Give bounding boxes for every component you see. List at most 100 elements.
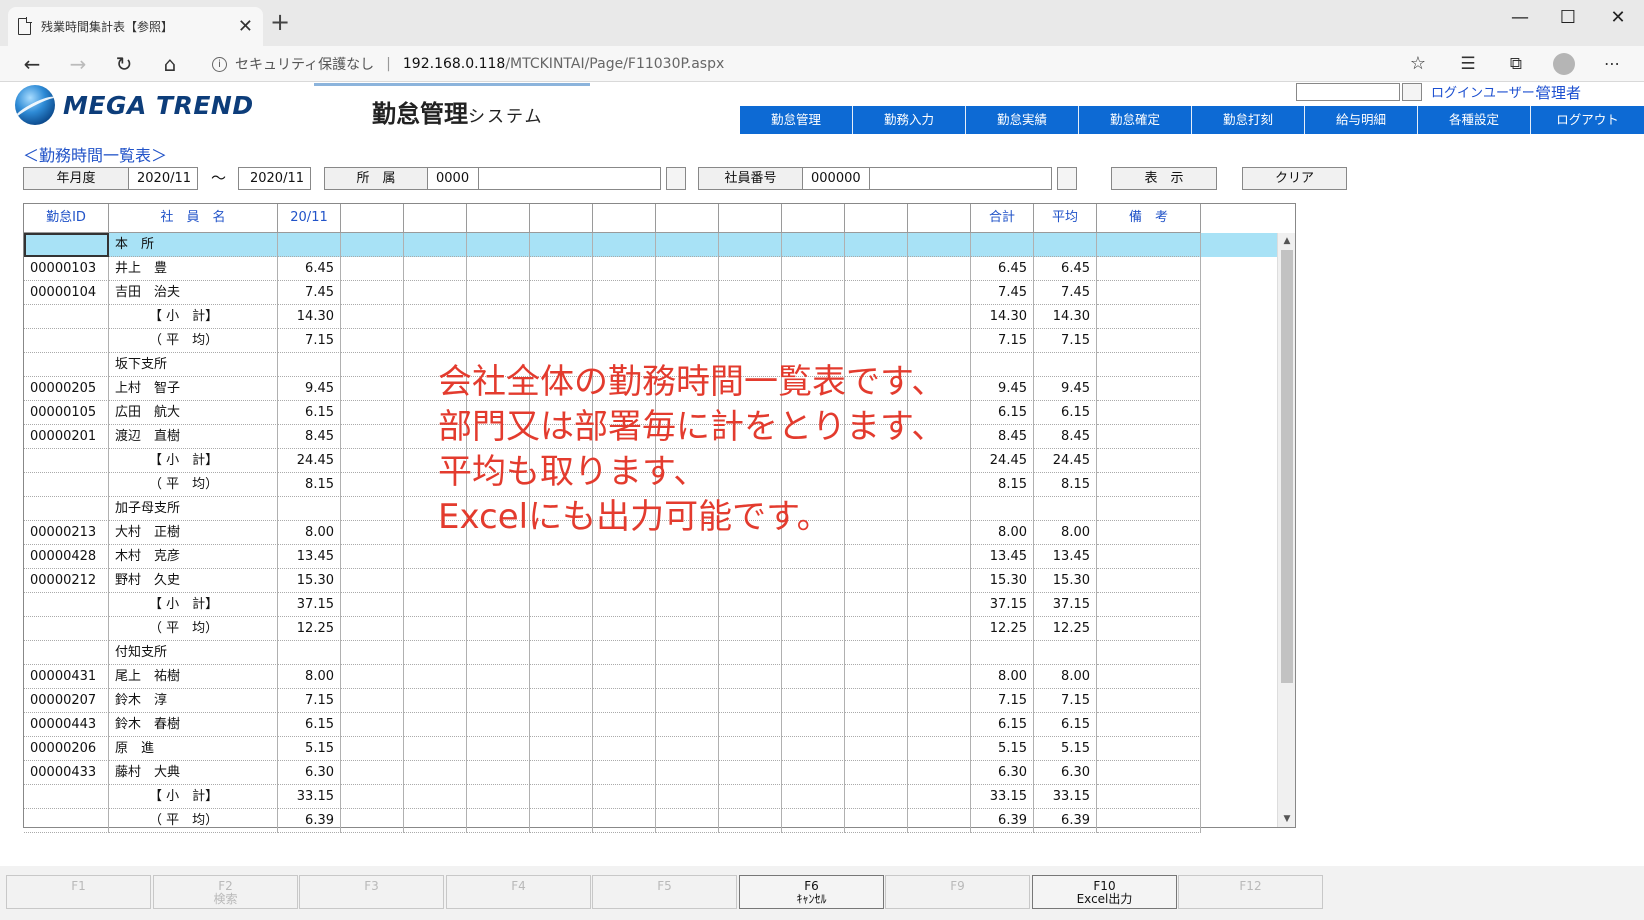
cell-empty[interactable] bbox=[782, 713, 845, 737]
cell-empty[interactable] bbox=[782, 593, 845, 617]
cell-day[interactable]: 6.45 bbox=[278, 257, 341, 281]
cell-empty[interactable] bbox=[1097, 617, 1201, 641]
cell-empty[interactable] bbox=[341, 785, 404, 809]
cell-empty[interactable] bbox=[845, 233, 908, 257]
cell-empty[interactable] bbox=[908, 569, 971, 593]
cell-total[interactable]: 6.30 bbox=[971, 761, 1034, 785]
cell-empty[interactable] bbox=[1097, 785, 1201, 809]
cell-average[interactable]: 14.30 bbox=[1034, 305, 1097, 329]
cell-empty[interactable] bbox=[467, 593, 530, 617]
cell-empty[interactable] bbox=[1097, 257, 1201, 281]
cell-empty[interactable] bbox=[404, 233, 467, 257]
cell-empty[interactable] bbox=[341, 569, 404, 593]
favorites-list-icon[interactable]: ☰ bbox=[1454, 50, 1482, 78]
cell-empty[interactable] bbox=[845, 665, 908, 689]
cell-empty[interactable] bbox=[341, 737, 404, 761]
menu-item-confirm[interactable]: 勤怠確定 bbox=[1079, 106, 1192, 134]
scroll-down-icon[interactable]: ▼ bbox=[1278, 811, 1296, 827]
cell-average[interactable]: 8.00 bbox=[1034, 521, 1097, 545]
cell-empty[interactable] bbox=[908, 689, 971, 713]
cell-empty[interactable] bbox=[782, 233, 845, 257]
login-user-button[interactable] bbox=[1402, 83, 1422, 101]
cell-name[interactable]: 大村 正樹 bbox=[109, 521, 278, 545]
cell-empty[interactable] bbox=[1097, 593, 1201, 617]
fkey-f5-button[interactable]: F5 bbox=[592, 875, 737, 909]
table-row[interactable]: 00000431 尾上 祐樹 8.00 8.00 8.00 bbox=[24, 665, 1277, 689]
cell-empty[interactable] bbox=[530, 545, 593, 569]
cell-total[interactable]: 6.15 bbox=[971, 401, 1034, 425]
cell-name[interactable]: 藤村 大典 bbox=[109, 761, 278, 785]
cell-empty[interactable] bbox=[1097, 809, 1201, 833]
cell-empty[interactable] bbox=[1097, 545, 1201, 569]
cell-empty[interactable] bbox=[656, 737, 719, 761]
cell-empty[interactable] bbox=[908, 257, 971, 281]
cell-empty[interactable] bbox=[404, 257, 467, 281]
cell-empty[interactable] bbox=[530, 713, 593, 737]
cell-empty[interactable] bbox=[1097, 281, 1201, 305]
cell-empty[interactable] bbox=[782, 329, 845, 353]
cell-empty[interactable] bbox=[341, 665, 404, 689]
cell-name[interactable]: 渡辺 直樹 bbox=[109, 425, 278, 449]
cell-empty[interactable] bbox=[908, 233, 971, 257]
cell-empty[interactable] bbox=[341, 353, 404, 377]
cell-average[interactable]: 8.00 bbox=[1034, 665, 1097, 689]
cell-total[interactable]: 9.45 bbox=[971, 377, 1034, 401]
cell-empty[interactable] bbox=[782, 785, 845, 809]
cell-total[interactable]: 6.45 bbox=[971, 257, 1034, 281]
cell-empty[interactable] bbox=[341, 545, 404, 569]
cell-empty[interactable] bbox=[404, 281, 467, 305]
cell-empty[interactable] bbox=[845, 545, 908, 569]
cell-average[interactable] bbox=[1034, 353, 1097, 377]
table-row[interactable]: 00000212 野村 久史 15.30 15.30 15.30 bbox=[24, 569, 1277, 593]
cell-average[interactable]: 33.15 bbox=[1034, 785, 1097, 809]
cell-empty[interactable] bbox=[1097, 473, 1201, 497]
cell-day[interactable]: 8.45 bbox=[278, 425, 341, 449]
cell-id[interactable] bbox=[24, 785, 109, 809]
table-row[interactable]: 本 所 bbox=[24, 233, 1277, 257]
cell-empty[interactable] bbox=[845, 329, 908, 353]
cell-empty[interactable] bbox=[341, 305, 404, 329]
cell-empty[interactable] bbox=[719, 329, 782, 353]
cell-empty[interactable] bbox=[845, 713, 908, 737]
cell-id[interactable]: 00000213 bbox=[24, 521, 109, 545]
cell-empty[interactable] bbox=[845, 593, 908, 617]
cell-empty[interactable] bbox=[782, 737, 845, 761]
cell-day[interactable]: 6.15 bbox=[278, 401, 341, 425]
cell-total[interactable]: 12.25 bbox=[971, 617, 1034, 641]
cell-empty[interactable] bbox=[341, 761, 404, 785]
cell-name[interactable]: （ 平 均） bbox=[109, 809, 278, 833]
cell-day[interactable]: 9.45 bbox=[278, 377, 341, 401]
refresh-icon[interactable]: ↻ bbox=[110, 50, 138, 78]
cell-empty[interactable] bbox=[908, 305, 971, 329]
period-from-input[interactable]: 2020/11 bbox=[128, 167, 198, 190]
table-row[interactable]: （ 平 均） 6.39 6.39 6.39 bbox=[24, 809, 1277, 833]
cell-empty[interactable] bbox=[656, 329, 719, 353]
cell-day[interactable]: 13.45 bbox=[278, 545, 341, 569]
cell-name[interactable]: 吉田 治夫 bbox=[109, 281, 278, 305]
cell-empty[interactable] bbox=[341, 473, 404, 497]
cell-name[interactable]: 鈴木 春樹 bbox=[109, 713, 278, 737]
profile-avatar[interactable] bbox=[1550, 50, 1578, 78]
favorite-star-icon[interactable]: ☆ bbox=[1404, 50, 1432, 78]
cell-total[interactable]: 14.30 bbox=[971, 305, 1034, 329]
cell-id[interactable]: 00000433 bbox=[24, 761, 109, 785]
cell-day[interactable]: 33.15 bbox=[278, 785, 341, 809]
cell-empty[interactable] bbox=[593, 809, 656, 833]
cell-empty[interactable] bbox=[1097, 401, 1201, 425]
cell-empty[interactable] bbox=[530, 809, 593, 833]
cell-empty[interactable] bbox=[530, 233, 593, 257]
cell-empty[interactable] bbox=[404, 689, 467, 713]
dept-code-input[interactable]: 0000 bbox=[427, 167, 479, 190]
cell-empty[interactable] bbox=[593, 329, 656, 353]
cell-empty[interactable] bbox=[656, 233, 719, 257]
table-row[interactable]: 00000206 原 進 5.15 5.15 5.15 bbox=[24, 737, 1277, 761]
cell-name[interactable]: 尾上 祐樹 bbox=[109, 665, 278, 689]
close-tab-icon[interactable]: ✕ bbox=[238, 16, 253, 37]
table-row[interactable]: 00000433 藤村 大典 6.30 6.30 6.30 bbox=[24, 761, 1277, 785]
cell-empty[interactable] bbox=[404, 545, 467, 569]
cell-average[interactable]: 15.30 bbox=[1034, 569, 1097, 593]
cell-empty[interactable] bbox=[845, 281, 908, 305]
cell-day[interactable]: 7.15 bbox=[278, 689, 341, 713]
cell-empty[interactable] bbox=[404, 761, 467, 785]
cell-empty[interactable] bbox=[530, 329, 593, 353]
